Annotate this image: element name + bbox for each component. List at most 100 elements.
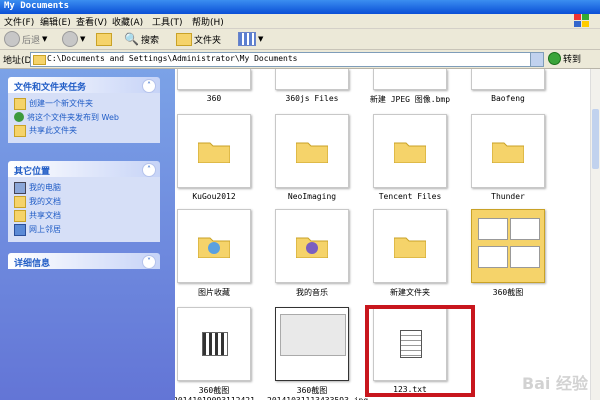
task-label: 创建一个新文件夹: [29, 99, 93, 108]
collapse-icon[interactable]: ˄: [142, 163, 156, 177]
watermark: Bai 经验: [521, 374, 588, 393]
file-name: 360截图 20141031113433593.jpg: [267, 386, 368, 400]
screenshot-folder-thumbnail: [471, 209, 545, 283]
folders-button[interactable]: 文件夹: [176, 31, 221, 47]
folder-item[interactable]: Tencent Files: [365, 114, 455, 201]
file-item[interactable]: Baofeng: [463, 69, 553, 103]
place-my-documents[interactable]: 我的文档: [14, 196, 154, 208]
go-arrow-icon: [548, 52, 561, 65]
task-share-folder[interactable]: 共享此文件夹: [14, 125, 154, 137]
window-title: My Documents: [4, 1, 70, 11]
file-name: 新建 JPEG 图像.bmp: [369, 95, 451, 104]
menu-view[interactable]: 查看(V): [76, 15, 107, 28]
address-bar: 地址(D) C:\Documents and Settings\Administ…: [0, 50, 600, 69]
globe-icon: [14, 112, 24, 122]
up-folder-icon: [96, 32, 112, 46]
screenshot-thumbnail: [280, 314, 346, 356]
task-label: 将这个文件夹发布到 Web: [27, 113, 119, 122]
other-places-header[interactable]: 其它位置 ˄: [8, 161, 160, 177]
menu-tools[interactable]: 工具(T): [152, 15, 183, 28]
address-path: C:\Documents and Settings\Administrator\…: [47, 54, 298, 63]
documents-folder-icon: [14, 196, 26, 208]
expand-icon[interactable]: ˅: [142, 255, 156, 269]
highlight-box: [365, 305, 475, 397]
folder-name: Tencent Files: [378, 192, 442, 201]
place-label: 网上邻居: [29, 225, 61, 234]
folder-icon: [33, 55, 46, 65]
other-places-title: 其它位置: [14, 167, 51, 177]
search-button[interactable]: 🔍 搜索: [124, 31, 159, 47]
menu-edit[interactable]: 编辑(E): [40, 15, 71, 28]
details-header[interactable]: 详细信息 ˅: [8, 253, 160, 269]
folder-icon: [198, 142, 230, 163]
vertical-scrollbar[interactable]: [590, 69, 600, 400]
network-icon: [14, 224, 26, 236]
new-folder-icon: [14, 98, 26, 110]
folder-icon: [176, 32, 192, 46]
back-label: 后退: [22, 35, 41, 46]
task-new-folder[interactable]: 创建一个新文件夹: [14, 98, 154, 110]
file-name: 360: [206, 94, 222, 103]
menu-help[interactable]: 帮助(H): [192, 15, 224, 28]
scrollbar-thumb[interactable]: [592, 109, 599, 169]
address-dropdown-button[interactable]: [530, 53, 543, 66]
folder-item[interactable]: 我的音乐: [267, 209, 357, 298]
folder-icon: [394, 142, 426, 163]
task-pane: 文件和文件夹任务 ˄ 创建一个新文件夹 将这个文件夹发布到 Web 共享此文件夹…: [0, 69, 175, 400]
folders-label: 文件夹: [194, 35, 222, 46]
place-network[interactable]: 网上邻居: [14, 224, 154, 236]
go-label: 转到: [563, 55, 582, 65]
folder-name: KuGou2012: [192, 192, 236, 201]
shared-folder-icon: [14, 210, 26, 222]
folder-icon: [492, 142, 524, 163]
other-places-panel: 其它位置 ˄ 我的电脑 我的文档 共享文档 网上邻居: [8, 161, 160, 242]
file-tasks-panel: 文件和文件夹任务 ˄ 创建一个新文件夹 将这个文件夹发布到 Web 共享此文件夹: [8, 77, 160, 143]
file-item[interactable]: 360截图 20141019093112421: [175, 307, 259, 400]
folder-name: 我的音乐: [296, 288, 328, 297]
toolbar: 后退 ▼ ▼ 🔍 搜索 文件夹 ▼: [0, 29, 600, 50]
menu-file[interactable]: 文件(F): [4, 15, 34, 28]
details-panel: 详细信息 ˅: [8, 253, 160, 269]
folder-icon: [296, 142, 328, 163]
folder-name: 新建文件夹: [390, 288, 430, 297]
chevron-down-icon: ▼: [80, 35, 86, 43]
menu-bar: 文件(F) 编辑(E) 查看(V) 收藏(A) 工具(T) 帮助(H): [0, 14, 600, 29]
place-shared-documents[interactable]: 共享文档: [14, 210, 154, 222]
title-bar: My Documents: [0, 0, 600, 14]
folder-name: Thunder: [491, 192, 525, 201]
file-tasks-header[interactable]: 文件和文件夹任务 ˄: [8, 77, 160, 93]
file-name: 360js Files: [285, 94, 339, 103]
file-item[interactable]: 360截图 20141031113433593.jpg: [267, 307, 368, 400]
back-button[interactable]: 后退 ▼: [4, 31, 47, 47]
folder-item[interactable]: 360截图: [463, 209, 553, 298]
file-item[interactable]: 360js Files: [267, 69, 357, 103]
folder-name: 图片收藏: [198, 288, 230, 297]
address-input[interactable]: C:\Documents and Settings\Administrator\…: [30, 52, 544, 67]
back-arrow-icon: [4, 31, 20, 47]
task-publish-web[interactable]: 将这个文件夹发布到 Web: [14, 112, 154, 123]
file-item[interactable]: 新建 JPEG 图像.bmp: [365, 69, 455, 105]
collapse-icon[interactable]: ˄: [142, 79, 156, 93]
search-icon: 🔍: [124, 32, 139, 46]
folder-item[interactable]: Thunder: [463, 114, 553, 201]
up-folder-button[interactable]: [96, 31, 112, 47]
folder-item[interactable]: 新建文件夹: [365, 209, 455, 298]
windows-logo-icon: [574, 14, 589, 27]
menu-favorites[interactable]: 收藏(A): [112, 15, 143, 28]
go-button[interactable]: 转到: [548, 52, 581, 65]
pictures-folder-icon: [198, 237, 230, 258]
file-name: Baofeng: [491, 94, 525, 103]
file-item[interactable]: 360: [175, 69, 259, 103]
details-title: 详细信息: [14, 259, 51, 269]
views-button[interactable]: ▼: [238, 31, 263, 47]
folder-item[interactable]: 图片收藏: [175, 209, 259, 298]
place-my-computer[interactable]: 我的电脑: [14, 182, 154, 194]
folder-item[interactable]: NeoImaging: [267, 114, 357, 201]
folder-item[interactable]: KuGou2012: [175, 114, 259, 201]
music-folder-icon: [296, 237, 328, 258]
file-name: 360截图 20141019093112421: [175, 386, 255, 400]
share-folder-icon: [14, 125, 26, 137]
forward-button[interactable]: ▼: [62, 31, 85, 47]
place-label: 我的电脑: [29, 183, 61, 192]
chevron-down-icon: ▼: [42, 35, 48, 43]
